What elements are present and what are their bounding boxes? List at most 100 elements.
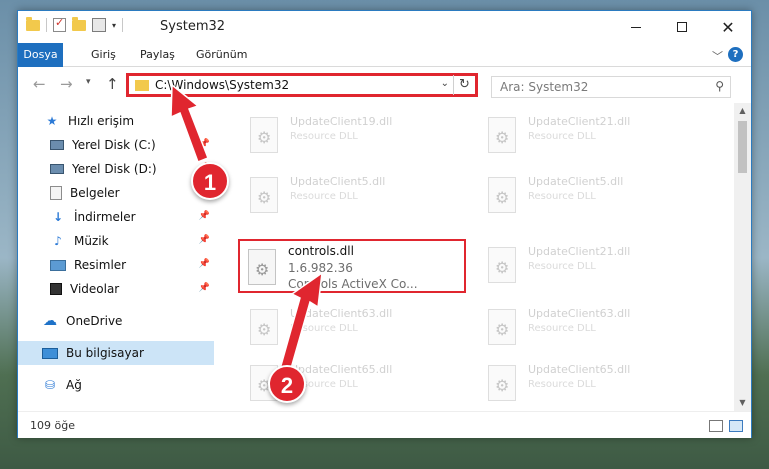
scroll-up-icon[interactable]: ▲	[734, 103, 751, 119]
help-icon[interactable]: ?	[728, 47, 743, 62]
sidebar-item-local-disk-d[interactable]: Yerel Disk (D:) 📌	[18, 157, 214, 181]
quick-access-toolbar: ▾	[26, 16, 124, 32]
file-name: UpdateClient63.dll	[290, 307, 393, 320]
item-count: 109 öğe	[30, 419, 75, 432]
file-item[interactable]: UpdateClient21.dll Resource DLL	[480, 109, 710, 165]
file-description: Resource DLL	[528, 379, 596, 390]
pin-icon[interactable]: 📌	[199, 283, 210, 293]
file-description: Resource DLL	[290, 131, 358, 142]
sidebar-item-onedrive[interactable]: ☁ OneDrive	[18, 309, 214, 333]
address-path[interactable]: C:\Windows\System32	[155, 78, 289, 92]
dll-file-icon	[488, 247, 516, 283]
sidebar-item-quick-access[interactable]: ★ Hızlı erişim	[18, 109, 214, 133]
maximize-button[interactable]	[659, 11, 705, 43]
file-name: UpdateClient19.dll	[290, 115, 393, 128]
file-item[interactable]: UpdateClient5.dll Resource DLL	[480, 169, 710, 225]
file-item[interactable]: UpdateClient21.dll Resource DLL	[480, 239, 710, 295]
address-bar[interactable]: C:\Windows\System32 ⌄ ↻	[126, 73, 478, 97]
sidebar-item-music[interactable]: ♪ Müzik 📌	[18, 229, 214, 253]
back-arrow-icon[interactable]: ←	[33, 75, 46, 93]
dll-file-icon	[488, 365, 516, 401]
file-item[interactable]: UpdateClient19.dll Resource DLL	[242, 109, 472, 165]
dll-file-icon	[488, 117, 516, 153]
file-item-controls-dll[interactable]: controls.dll 1.6.982.36 Controls ActiveX…	[238, 239, 466, 293]
chevron-down-icon[interactable]: ▾	[112, 21, 116, 30]
file-item[interactable]: UpdateClient63.dll Resource DLL	[480, 301, 710, 357]
explorer-window: ▾ System32 ✕ Dosya Giriş Paylaş Görünüm …	[17, 10, 752, 438]
dll-file-icon	[248, 249, 276, 285]
sidebar-item-this-pc[interactable]: Bu bilgisayar	[18, 341, 214, 365]
close-button[interactable]: ✕	[705, 11, 751, 43]
vertical-scrollbar[interactable]: ▲ ▼	[734, 103, 751, 411]
toolbar-divider	[46, 18, 47, 32]
search-input[interactable]: Ara: System32 ⚲	[491, 76, 731, 98]
sidebar-item-label: OneDrive	[66, 314, 123, 328]
file-description: Resource DLL	[528, 323, 596, 334]
pin-icon[interactable]: 📌	[199, 259, 210, 269]
sidebar-item-documents[interactable]: Belgeler 📌	[18, 181, 214, 205]
sidebar-item-videos[interactable]: Videolar 📌	[18, 277, 214, 301]
folder-icon[interactable]	[26, 16, 40, 31]
details-view-icon[interactable]	[709, 420, 723, 432]
file-name: UpdateClient21.dll	[528, 115, 631, 128]
sidebar-item-label: Videolar	[70, 282, 120, 296]
up-arrow-icon[interactable]: ↑	[106, 75, 119, 93]
network-icon: ⛁	[44, 378, 56, 392]
forward-arrow-icon[interactable]: →	[60, 75, 73, 93]
chevron-down-icon[interactable]: ⌄	[441, 78, 449, 89]
window-title: System32	[160, 19, 226, 34]
dll-file-icon	[250, 177, 278, 213]
dll-file-icon	[488, 309, 516, 345]
recent-locations-icon[interactable]: ▾	[86, 77, 91, 87]
dll-file-icon	[488, 177, 516, 213]
tiles-view-icon[interactable]	[729, 420, 743, 432]
drive-icon	[50, 140, 64, 150]
tab-view[interactable]: Görünüm	[196, 43, 247, 67]
minimize-button[interactable]	[613, 11, 659, 43]
tab-share[interactable]: Paylaş	[140, 43, 175, 67]
file-description: Resource DLL	[528, 191, 596, 202]
expand-ribbon-chevron-icon[interactable]: ﹀	[712, 48, 723, 64]
document-icon	[50, 186, 62, 200]
scrollbar-thumb[interactable]	[738, 121, 747, 173]
status-bar: 109 öğe	[18, 411, 751, 438]
file-name: UpdateClient5.dll	[290, 175, 386, 188]
sidebar-item-local-disk-c[interactable]: Yerel Disk (C:) 📌	[18, 133, 214, 157]
step-2-badge: 2	[268, 365, 306, 403]
file-description: Controls ActiveX Co...	[288, 277, 418, 291]
properties-check-icon[interactable]	[53, 16, 66, 32]
download-icon: ↓	[52, 210, 64, 224]
file-item[interactable]: UpdateClient63.dll Resource DLL	[242, 301, 472, 357]
sidebar-item-pictures[interactable]: Resimler 📌	[18, 253, 214, 277]
sidebar-item-downloads[interactable]: ↓ İndirmeler 📌	[18, 205, 214, 229]
file-description: Resource DLL	[290, 323, 358, 334]
scroll-down-icon[interactable]: ▼	[734, 395, 751, 411]
sidebar-item-label: Yerel Disk (C:)	[72, 138, 156, 152]
star-icon: ★	[46, 114, 58, 128]
file-version: 1.6.982.36	[288, 261, 353, 275]
file-name: UpdateClient5.dll	[528, 175, 624, 188]
videos-icon	[50, 283, 62, 295]
file-description: Resource DLL	[290, 191, 358, 202]
sidebar-item-label: Ağ	[66, 378, 82, 392]
file-description: Resource DLL	[528, 131, 596, 142]
search-icon[interactable]: ⚲	[715, 79, 724, 93]
navigation-bar: ← → ▾ ↑ C:\Windows\System32 ⌄ ↻ Ara: Sys…	[18, 67, 751, 103]
sidebar-item-label: Yerel Disk (D:)	[72, 162, 157, 176]
pin-icon[interactable]: 📌	[199, 139, 210, 149]
minimize-icon	[631, 26, 641, 28]
sidebar-item-label: Hızlı erişim	[68, 114, 135, 128]
sidebar-item-network[interactable]: ⛁ Ağ	[18, 373, 214, 397]
new-folder-icon[interactable]	[72, 16, 86, 31]
tab-file[interactable]: Dosya	[18, 43, 63, 67]
file-list: UpdateClient19.dll Resource DLL UpdateCl…	[234, 103, 731, 411]
pin-icon[interactable]: 📌	[199, 211, 210, 221]
file-item[interactable]: UpdateClient65.dll Resource DLL	[480, 357, 710, 411]
search-placeholder: Ara: System32	[500, 80, 589, 94]
file-item[interactable]: UpdateClient5.dll Resource DLL	[242, 169, 472, 225]
customize-toolbar-icon[interactable]	[92, 18, 106, 32]
refresh-icon[interactable]: ↻	[453, 75, 475, 95]
toolbar-divider	[122, 18, 124, 32]
tab-home[interactable]: Giriş	[91, 43, 116, 67]
pin-icon[interactable]: 📌	[199, 235, 210, 245]
